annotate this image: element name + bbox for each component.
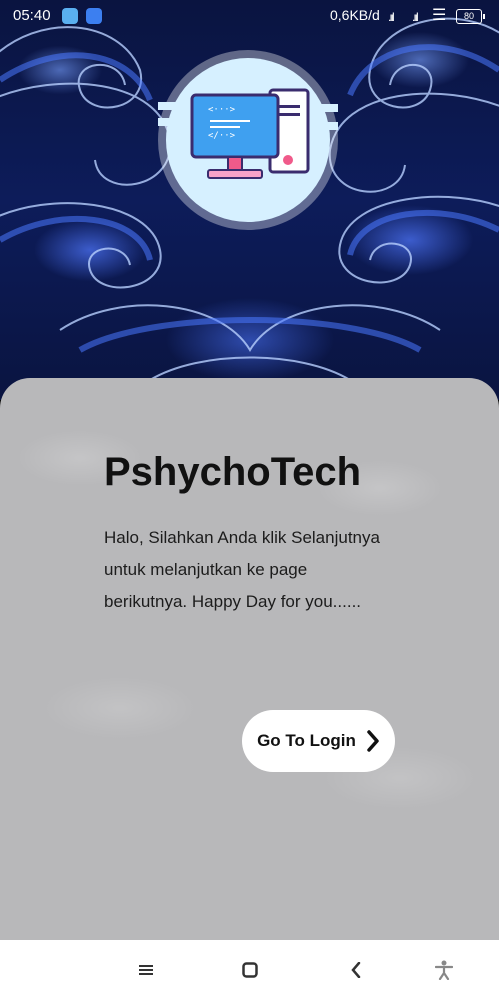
home-icon[interactable] (238, 958, 262, 982)
welcome-description: Halo, Silahkan Anda klik Selanjutnya unt… (104, 522, 404, 618)
network-speed: 0,6KB/d (330, 7, 380, 23)
go-to-login-button[interactable]: Go To Login (242, 710, 395, 772)
app-title: PshychoTech (104, 450, 362, 494)
computer-desktop-icon: <···> </··> (158, 88, 338, 179)
telegram-icon (62, 8, 78, 24)
welcome-card: PshychoTech Halo, Silahkan Anda klik Sel… (0, 378, 499, 940)
accessibility-icon[interactable] (432, 958, 456, 982)
description-line: Halo, Silahkan Anda klik Selanjutnya (104, 528, 380, 547)
system-nav-bar (0, 940, 499, 999)
description-line: berikutnya. Happy Day for you...... (104, 592, 362, 611)
wifi-icon: ☰ (432, 7, 447, 24)
app-logo: <···> </··> (158, 50, 338, 230)
login-button-label: Go To Login (257, 731, 356, 750)
status-bar: 05:40 0,6KB/d .ııl .ııl ☰ 80 (0, 0, 499, 32)
status-time: 05:40 (13, 7, 51, 24)
chevron-right-icon (367, 730, 379, 752)
signal-icon-2: .ııl (412, 10, 419, 24)
description-line: untuk melanjutkan ke page (104, 560, 308, 579)
battery-icon: 80 (456, 9, 485, 24)
menu-icon[interactable] (134, 958, 158, 982)
svg-text:<···>: <···> (208, 105, 236, 115)
svg-text:</··>: </··> (208, 131, 236, 141)
signal-icon: .ııl (388, 10, 395, 24)
cloud-app-icon (86, 8, 102, 24)
back-icon[interactable] (344, 958, 368, 982)
